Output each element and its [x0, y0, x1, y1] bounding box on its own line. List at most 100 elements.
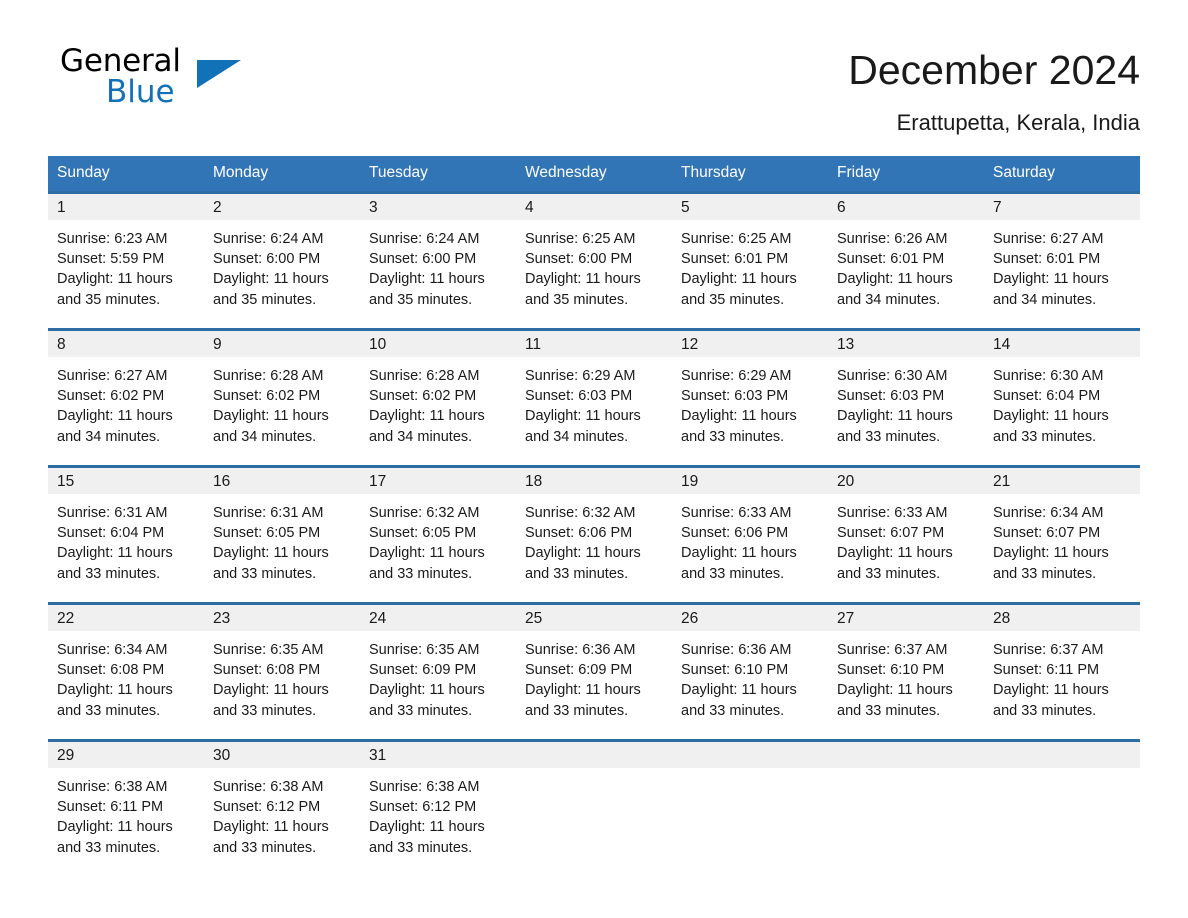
- day-cell[interactable]: 8 Sunrise: 6:27 AM Sunset: 6:02 PM Daylight…: [48, 328, 204, 445]
- day-cell[interactable]: 14 Sunrise: 6:30 AM Sunset: 6:04 PM Dayligh…: [984, 328, 1140, 445]
- daylight-text-line2: and 33 minutes.: [213, 839, 317, 856]
- sunset-text: Sunset: 6:00 PM: [525, 251, 633, 268]
- sunrise-text: Sunrise: 6:38 AM: [213, 779, 324, 795]
- day-details: Sunrise: 6:23 AM Sunset: 5:59 PM Daylight:…: [48, 220, 204, 310]
- day-cell[interactable]: 23 Sunrise: 6:35 AM Sunset: 6:08 PM Dayligh…: [204, 602, 360, 721]
- day-cell[interactable]: 20 Sunrise: 6:33 AM Sunset: 6:07 PM Dayligh…: [828, 465, 984, 582]
- day-cell[interactable]: 27 Sunrise: 6:37 AM Sunset: 6:10 PM Dayligh…: [828, 602, 984, 719]
- day-details: Sunrise: 6:26 AM Sunset: 6:01 PM Daylight:…: [828, 220, 984, 310]
- day-cell[interactable]: 17 Sunrise: 6:32 AM Sunset: 6:05 PM Dayligh…: [360, 465, 516, 584]
- day-details: Sunrise: 6:34 AM Sunset: 6:08 PM Daylight:…: [48, 631, 204, 721]
- daylight-text-line1: Daylight: 11 hours: [837, 271, 953, 288]
- day-cell-empty: [516, 739, 672, 856]
- day-number: 29: [48, 742, 204, 768]
- day-cell[interactable]: 3 Sunrise: 6:24 AM Sunset: 6:00 PM Daylight…: [360, 191, 516, 308]
- day-cell[interactable]: 26 Sunrise: 6:36 AM Sunset: 6:10 PM Dayligh…: [672, 602, 828, 719]
- daylight-text-line1: Daylight: 11 hours: [681, 408, 797, 425]
- sunrise-text: Sunrise: 6:35 AM: [369, 642, 480, 658]
- day-details: Sunrise: 6:30 AM Sunset: 6:03 PM Daylight:…: [828, 357, 984, 447]
- day-cell[interactable]: 29 Sunrise: 6:38 AM Sunset: 6:11 PM Dayligh…: [48, 739, 204, 856]
- day-details: [516, 768, 672, 777]
- page-title: December 2024: [848, 47, 1140, 93]
- day-cell[interactable]: 5 Sunrise: 6:25 AM Sunset: 6:01 PM Daylight…: [672, 191, 828, 308]
- day-cell[interactable]: 25 Sunrise: 6:36 AM Sunset: 6:09 PM Dayligh…: [516, 602, 672, 719]
- day-number: 14: [984, 331, 1140, 357]
- sunset-text: Sunset: 6:02 PM: [57, 388, 165, 405]
- daylight-text-line2: and 33 minutes.: [681, 702, 785, 719]
- daylight-text-line1: Daylight: 11 hours: [993, 271, 1109, 288]
- sunset-text: Sunset: 6:08 PM: [57, 662, 165, 679]
- daylight-text-line1: Daylight: 11 hours: [525, 682, 641, 699]
- day-cell[interactable]: 13 Sunrise: 6:30 AM Sunset: 6:03 PM Dayligh…: [828, 328, 984, 447]
- day-number: 12: [672, 331, 828, 357]
- day-cell[interactable]: 19 Sunrise: 6:33 AM Sunset: 6:06 PM Dayligh…: [672, 465, 828, 582]
- general-blue-logo[interactable]: General Blue: [48, 44, 248, 124]
- day-number: 7: [984, 194, 1140, 220]
- calendar-week-row: 22 Sunrise: 6:34 AM Sunset: 6:08 PM Dayligh…: [48, 602, 1140, 721]
- day-cell[interactable]: 9 Sunrise: 6:28 AM Sunset: 6:02 PM Daylight…: [204, 328, 360, 447]
- day-details: Sunrise: 6:32 AM Sunset: 6:06 PM Daylight:…: [516, 494, 672, 584]
- day-cell[interactable]: 24 Sunrise: 6:35 AM Sunset: 6:09 PM Dayligh…: [360, 602, 516, 719]
- sunrise-text: Sunrise: 6:37 AM: [837, 642, 948, 658]
- weekday-header-monday: Monday: [204, 156, 360, 193]
- sunset-text: Sunset: 6:00 PM: [213, 251, 321, 268]
- day-number: 3: [360, 194, 516, 220]
- day-cell[interactable]: 31 Sunrise: 6:38 AM Sunset: 6:12 PM Dayligh…: [360, 739, 516, 858]
- day-details: Sunrise: 6:38 AM Sunset: 6:12 PM Daylight:…: [360, 768, 516, 858]
- day-details: Sunrise: 6:28 AM Sunset: 6:02 PM Daylight:…: [204, 357, 360, 447]
- daylight-text-line1: Daylight: 11 hours: [57, 545, 173, 562]
- sunrise-text: Sunrise: 6:34 AM: [57, 642, 168, 658]
- day-details: Sunrise: 6:29 AM Sunset: 6:03 PM Daylight:…: [672, 357, 828, 447]
- day-cell[interactable]: 12 Sunrise: 6:29 AM Sunset: 6:03 PM Dayligh…: [672, 328, 828, 447]
- day-details: Sunrise: 6:29 AM Sunset: 6:03 PM Daylight:…: [516, 357, 672, 447]
- sunrise-text: Sunrise: 6:30 AM: [837, 368, 948, 384]
- daylight-text-line2: and 35 minutes.: [369, 291, 473, 308]
- day-details: Sunrise: 6:35 AM Sunset: 6:08 PM Daylight:…: [204, 631, 360, 721]
- calendar-body: 1 Sunrise: 6:23 AM Sunset: 5:59 PM Daylight…: [48, 191, 1140, 858]
- daylight-text-line2: and 33 minutes.: [369, 702, 473, 719]
- day-cell[interactable]: 2 Sunrise: 6:24 AM Sunset: 6:00 PM Daylight…: [204, 191, 360, 308]
- day-cell[interactable]: 1 Sunrise: 6:23 AM Sunset: 5:59 PM Daylight…: [48, 191, 204, 310]
- day-number: [828, 742, 984, 768]
- weekday-header-saturday: Saturday: [984, 156, 1140, 193]
- weekday-header-thursday: Thursday: [672, 156, 828, 193]
- sunset-text: Sunset: 6:01 PM: [993, 251, 1101, 268]
- day-number: 5: [672, 194, 828, 220]
- day-cell[interactable]: 10 Sunrise: 6:28 AM Sunset: 6:02 PM Dayligh…: [360, 328, 516, 445]
- sunset-text: Sunset: 6:02 PM: [213, 388, 321, 405]
- weekday-header-sunday: Sunday: [48, 156, 204, 193]
- day-cell[interactable]: 16 Sunrise: 6:31 AM Sunset: 6:05 PM Dayligh…: [204, 465, 360, 582]
- day-details: [984, 768, 1140, 777]
- daylight-text-line2: and 33 minutes.: [369, 839, 473, 856]
- sunset-text: Sunset: 5:59 PM: [57, 251, 165, 268]
- day-cell[interactable]: 6 Sunrise: 6:26 AM Sunset: 6:01 PM Daylight…: [828, 191, 984, 310]
- daylight-text-line2: and 33 minutes.: [681, 565, 785, 582]
- calendar-week-row: 29 Sunrise: 6:38 AM Sunset: 6:11 PM Dayligh…: [48, 739, 1140, 858]
- day-cell[interactable]: 15 Sunrise: 6:31 AM Sunset: 6:04 PM Dayligh…: [48, 465, 204, 582]
- day-number: [672, 742, 828, 768]
- day-cell[interactable]: 22 Sunrise: 6:34 AM Sunset: 6:08 PM Dayligh…: [48, 602, 204, 721]
- day-cell-empty: [672, 739, 828, 856]
- day-cell[interactable]: 11 Sunrise: 6:29 AM Sunset: 6:03 PM Dayligh…: [516, 328, 672, 447]
- day-details: Sunrise: 6:32 AM Sunset: 6:05 PM Daylight:…: [360, 494, 516, 584]
- day-cell[interactable]: 7 Sunrise: 6:27 AM Sunset: 6:01 PM Daylight…: [984, 191, 1140, 308]
- sunrise-sunset-calendar: Sunday Monday Tuesday Wednesday Thursday…: [48, 156, 1140, 856]
- daylight-text-line2: and 33 minutes.: [993, 428, 1097, 445]
- day-cell[interactable]: 30 Sunrise: 6:38 AM Sunset: 6:12 PM Dayligh…: [204, 739, 360, 856]
- day-cell[interactable]: 4 Sunrise: 6:25 AM Sunset: 6:00 PM Daylight…: [516, 191, 672, 308]
- sunrise-text: Sunrise: 6:31 AM: [213, 505, 324, 521]
- day-number: 25: [516, 605, 672, 631]
- sunrise-text: Sunrise: 6:30 AM: [993, 368, 1104, 384]
- day-cell[interactable]: 28 Sunrise: 6:37 AM Sunset: 6:11 PM Dayligh…: [984, 602, 1140, 719]
- daylight-text-line1: Daylight: 11 hours: [369, 271, 485, 288]
- day-cell[interactable]: 18 Sunrise: 6:32 AM Sunset: 6:06 PM Dayligh…: [516, 465, 672, 584]
- week-spacer: [48, 308, 1140, 330]
- day-number: 1: [48, 194, 204, 220]
- sunset-text: Sunset: 6:05 PM: [213, 525, 321, 542]
- sunset-text: Sunset: 6:07 PM: [837, 525, 945, 542]
- daylight-text-line1: Daylight: 11 hours: [837, 545, 953, 562]
- daylight-text-line1: Daylight: 11 hours: [213, 408, 329, 425]
- week-spacer: [48, 445, 1140, 467]
- day-cell[interactable]: 21 Sunrise: 6:34 AM Sunset: 6:07 PM Dayligh…: [984, 465, 1140, 582]
- daylight-text-line1: Daylight: 11 hours: [681, 682, 797, 699]
